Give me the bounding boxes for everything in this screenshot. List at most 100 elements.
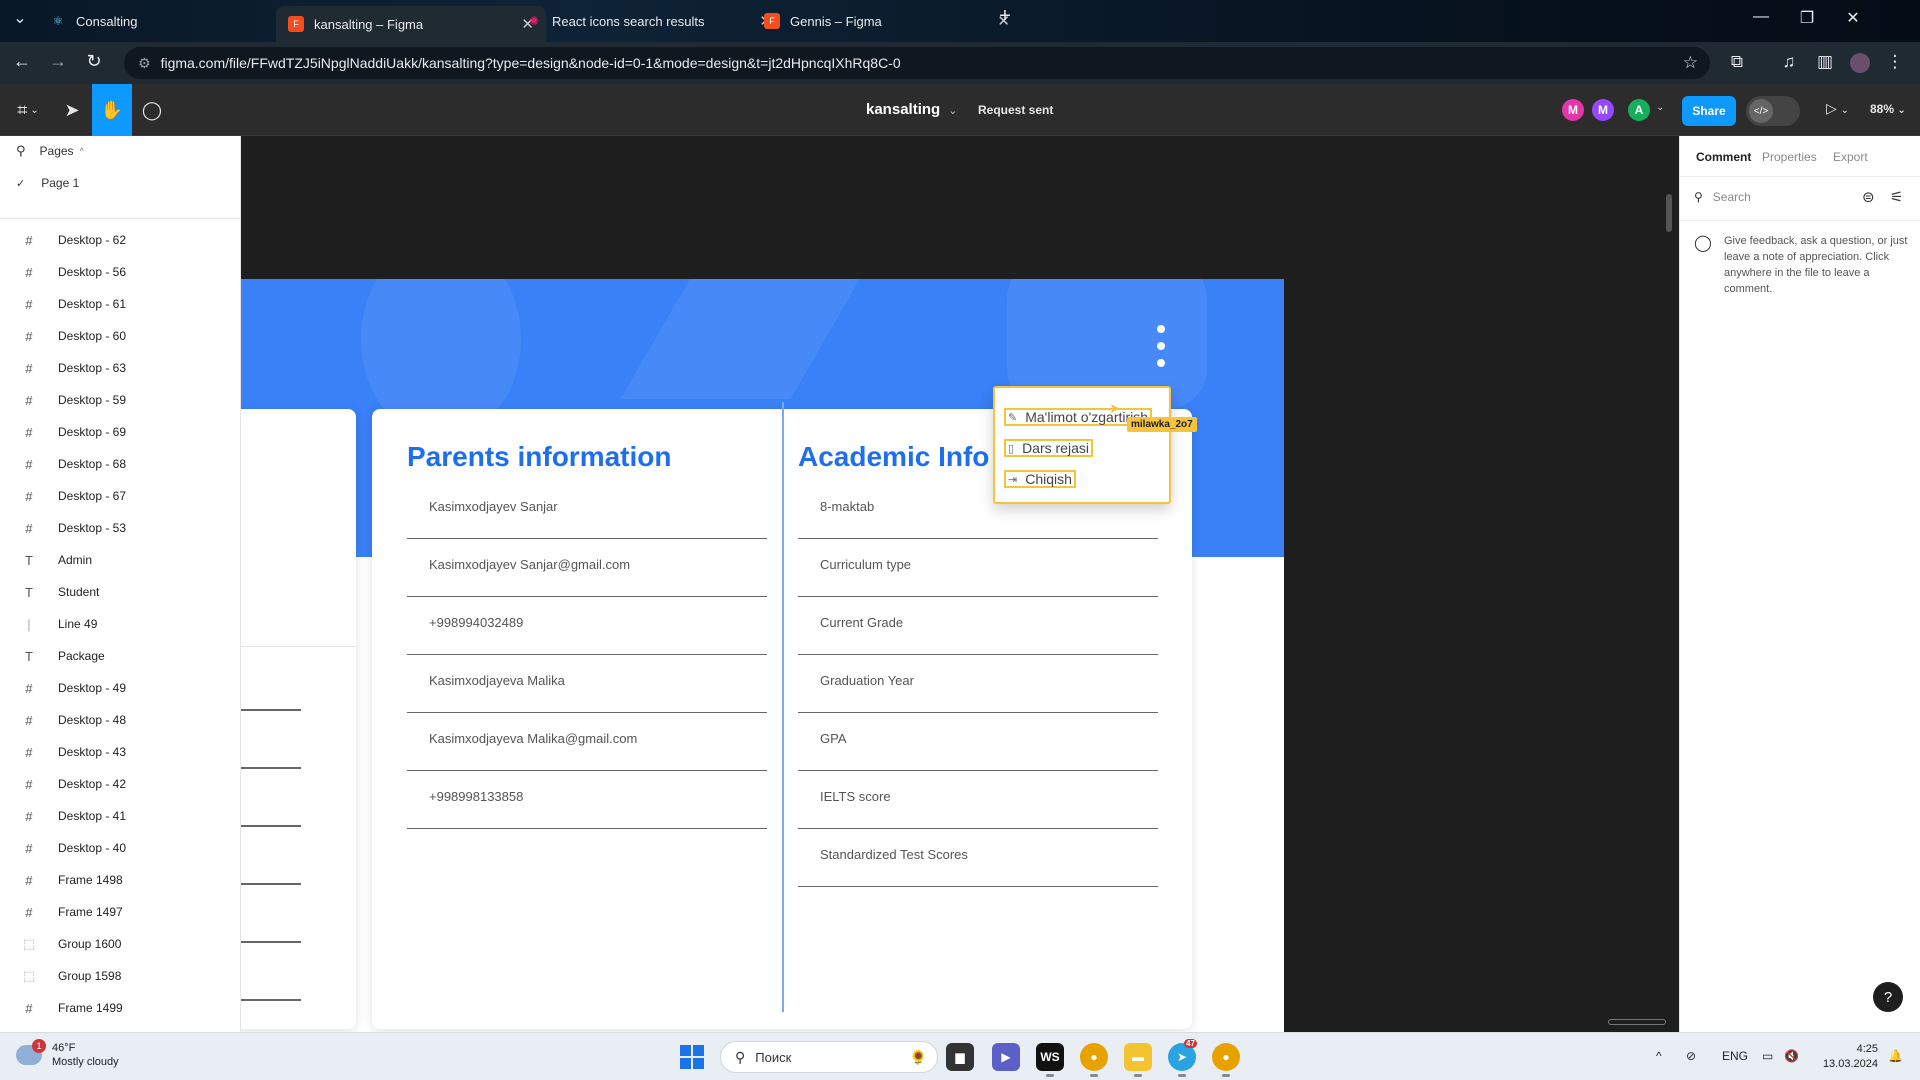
bookmark-star-icon[interactable]: ☆ <box>1683 53 1698 73</box>
teams-meet-app-icon[interactable]: ▶ <box>992 1043 1020 1071</box>
close-window-button[interactable]: ✕ <box>1830 8 1876 28</box>
horizontal-scrollbar[interactable] <box>1608 1019 1666 1025</box>
media-controls-icon[interactable]: ♫ <box>1778 52 1800 72</box>
share-button[interactable]: Share <box>1682 96 1736 126</box>
menu-item-logout[interactable]: ⇥ Chiqish <box>1004 470 1076 488</box>
chrome-app-icon[interactable]: ● <box>1080 1043 1108 1077</box>
browser-tab-kansalting-figma[interactable]: F kansalting – Figma ✕ <box>276 6 546 42</box>
layer-item[interactable]: T Student <box>0 576 240 608</box>
restore-window-button[interactable]: ❐ <box>1784 8 1830 28</box>
notification-bell-icon[interactable]: 🔔 <box>1888 1049 1903 1063</box>
collaborator-avatar[interactable]: M <box>1562 99 1584 121</box>
form-field[interactable]: Standardized Test Scores <box>798 829 1158 887</box>
network-icon[interactable]: ⊘ <box>1686 1049 1696 1063</box>
pages-header[interactable]: ⚲ Pages ^ <box>0 136 240 166</box>
layer-item[interactable]: # Frame 1497 <box>0 896 240 928</box>
layer-item[interactable]: # Desktop - 56 <box>0 256 240 288</box>
side-panel-icon[interactable]: ▥ <box>1814 52 1836 72</box>
form-field[interactable]: IELTS score <box>798 771 1158 829</box>
site-info-icon[interactable]: ⚙ <box>138 55 151 72</box>
layer-item[interactable]: # Frame 1498 <box>0 864 240 896</box>
layer-item[interactable]: # Desktop - 43 <box>0 736 240 768</box>
tab-export[interactable]: Export <box>1833 150 1868 164</box>
layer-item[interactable]: T Package <box>0 640 240 672</box>
help-button[interactable]: ? <box>1873 982 1903 1012</box>
tab-comment[interactable]: Comment <box>1696 150 1751 164</box>
tab-properties[interactable]: Properties <box>1762 150 1817 164</box>
webstorm-app-icon[interactable]: WS <box>1036 1043 1064 1077</box>
comment-search[interactable]: ⚲ Search <box>1694 186 1844 208</box>
form-field[interactable]: GPA <box>798 713 1158 771</box>
hand-tool-icon[interactable]: ✋ <box>92 84 132 136</box>
move-tool-icon[interactable]: ➤ <box>52 84 92 136</box>
search-icon[interactable]: ⚲ <box>16 143 26 159</box>
design-canvas[interactable]: Parents information Academic Info Kasimx… <box>241 136 1679 1032</box>
menu-item-lesson-plan[interactable]: ▯ Dars rejasi <box>1004 439 1093 457</box>
layer-item[interactable]: # Desktop - 48 <box>0 704 240 736</box>
reload-icon[interactable]: ↻ <box>82 51 106 72</box>
form-field[interactable]: Current Grade <box>798 597 1158 655</box>
collaborator-avatar[interactable]: M <box>1592 99 1614 121</box>
browser-menu-icon[interactable]: ⋮ <box>1884 52 1906 72</box>
layer-item[interactable]: # Desktop - 42 <box>0 768 240 800</box>
layer-item[interactable]: # Desktop - 59 <box>0 384 240 416</box>
form-field[interactable]: +998998133858 <box>407 771 767 829</box>
file-explorer-app-icon[interactable]: ▆ <box>946 1043 974 1071</box>
layer-item[interactable]: T Admin <box>0 544 240 576</box>
form-field[interactable]: Kasimxodjayeva Malika@gmail.com <box>407 713 767 771</box>
form-field[interactable]: +998994032489 <box>407 597 767 655</box>
minimize-window-button[interactable]: — <box>1738 8 1784 26</box>
layer-item[interactable]: # Desktop - 63 <box>0 352 240 384</box>
comment-tool-icon[interactable]: ◯ <box>132 84 172 136</box>
start-windows-icon[interactable] <box>680 1045 704 1069</box>
form-field[interactable]: Curriculum type <box>798 539 1158 597</box>
display-icon[interactable]: ▭ <box>1762 1049 1773 1063</box>
filter-icon[interactable]: ⊜ <box>1862 188 1875 206</box>
browser-tab-react-icons[interactable]: ✺ React icons search results ✕ <box>514 6 784 36</box>
extensions-icon[interactable]: ⧉ <box>1726 52 1748 72</box>
settings-sliders-icon[interactable]: ⚟ <box>1890 188 1903 206</box>
more-options-icon[interactable] <box>1157 325 1167 376</box>
layer-item[interactable]: # Desktop - 53 <box>0 512 240 544</box>
chrome-profile-app-icon[interactable]: ● <box>1212 1043 1240 1077</box>
page-item-page-1[interactable]: ✓ Page 1 <box>0 168 240 198</box>
collaborator-avatar[interactable]: A <box>1628 99 1650 121</box>
taskbar-search[interactable]: ⚲ Поиск 🌻 <box>720 1041 938 1073</box>
telegram-app-icon[interactable]: ➤ 47 <box>1168 1039 1197 1077</box>
layer-item[interactable]: # Desktop - 61 <box>0 288 240 320</box>
back-arrow-icon[interactable]: ← <box>10 51 34 72</box>
form-field[interactable]: Kasimxodjayeva Malika <box>407 655 767 713</box>
browser-tab-consalting[interactable]: ⚛ Consalting ✕ <box>38 6 308 36</box>
weather-widget[interactable]: 1 46°F Mostly cloudy <box>16 1039 119 1069</box>
layer-item[interactable]: # Frame 1499 <box>0 992 240 1024</box>
new-tab-button[interactable]: + <box>982 5 1028 28</box>
form-field[interactable]: Graduation Year <box>798 655 1158 713</box>
chevron-down-icon[interactable]: ⌄ <box>1656 102 1664 113</box>
form-field[interactable]: Kasimxodjayev Sanjar@gmail.com <box>407 539 767 597</box>
present-play-icon[interactable]: ▷ ⌄ <box>1826 100 1849 117</box>
layer-item[interactable]: # Desktop - 68 <box>0 448 240 480</box>
vertical-scrollbar[interactable] <box>1666 194 1672 232</box>
layer-item[interactable]: # Desktop - 40 <box>0 832 240 864</box>
system-clock[interactable]: 4:25 13.03.2024 <box>1818 1042 1878 1072</box>
zoom-level-menu[interactable]: 88% ⌄ <box>1870 102 1906 116</box>
form-field[interactable]: Kasimxodjayev Sanjar <box>407 481 767 539</box>
forward-arrow-icon[interactable]: → <box>46 51 70 72</box>
volume-muted-icon[interactable]: 🔇 <box>1784 1049 1799 1063</box>
figma-main-menu-icon[interactable]: ⌗ ⌄ <box>6 84 50 136</box>
layer-item[interactable]: ⬚ Group 1598 <box>0 960 240 992</box>
layer-item[interactable]: | Line 49 <box>0 608 240 640</box>
layer-item[interactable]: # Desktop - 67 <box>0 480 240 512</box>
layer-item[interactable]: # Desktop - 41 <box>0 800 240 832</box>
folder-app-icon[interactable]: ▬ <box>1124 1043 1152 1077</box>
layer-item[interactable]: # Desktop - 49 <box>0 672 240 704</box>
dev-mode-toggle[interactable]: </> <box>1746 96 1800 126</box>
language-indicator[interactable]: ENG <box>1722 1049 1748 1063</box>
address-bar[interactable]: ⚙ figma.com/file/FFwdTZJ5iNpglNaddiUakk/… <box>124 47 1710 79</box>
tab-search-icon[interactable]: ⌄ <box>0 8 40 28</box>
layer-item[interactable]: ⬚ Group 1600 <box>0 928 240 960</box>
chevron-up-icon[interactable]: ^ <box>1656 1049 1662 1063</box>
layer-item[interactable]: # Desktop - 62 <box>0 224 240 256</box>
layer-item[interactable]: # Desktop - 60 <box>0 320 240 352</box>
layer-item[interactable]: # Desktop - 69 <box>0 416 240 448</box>
